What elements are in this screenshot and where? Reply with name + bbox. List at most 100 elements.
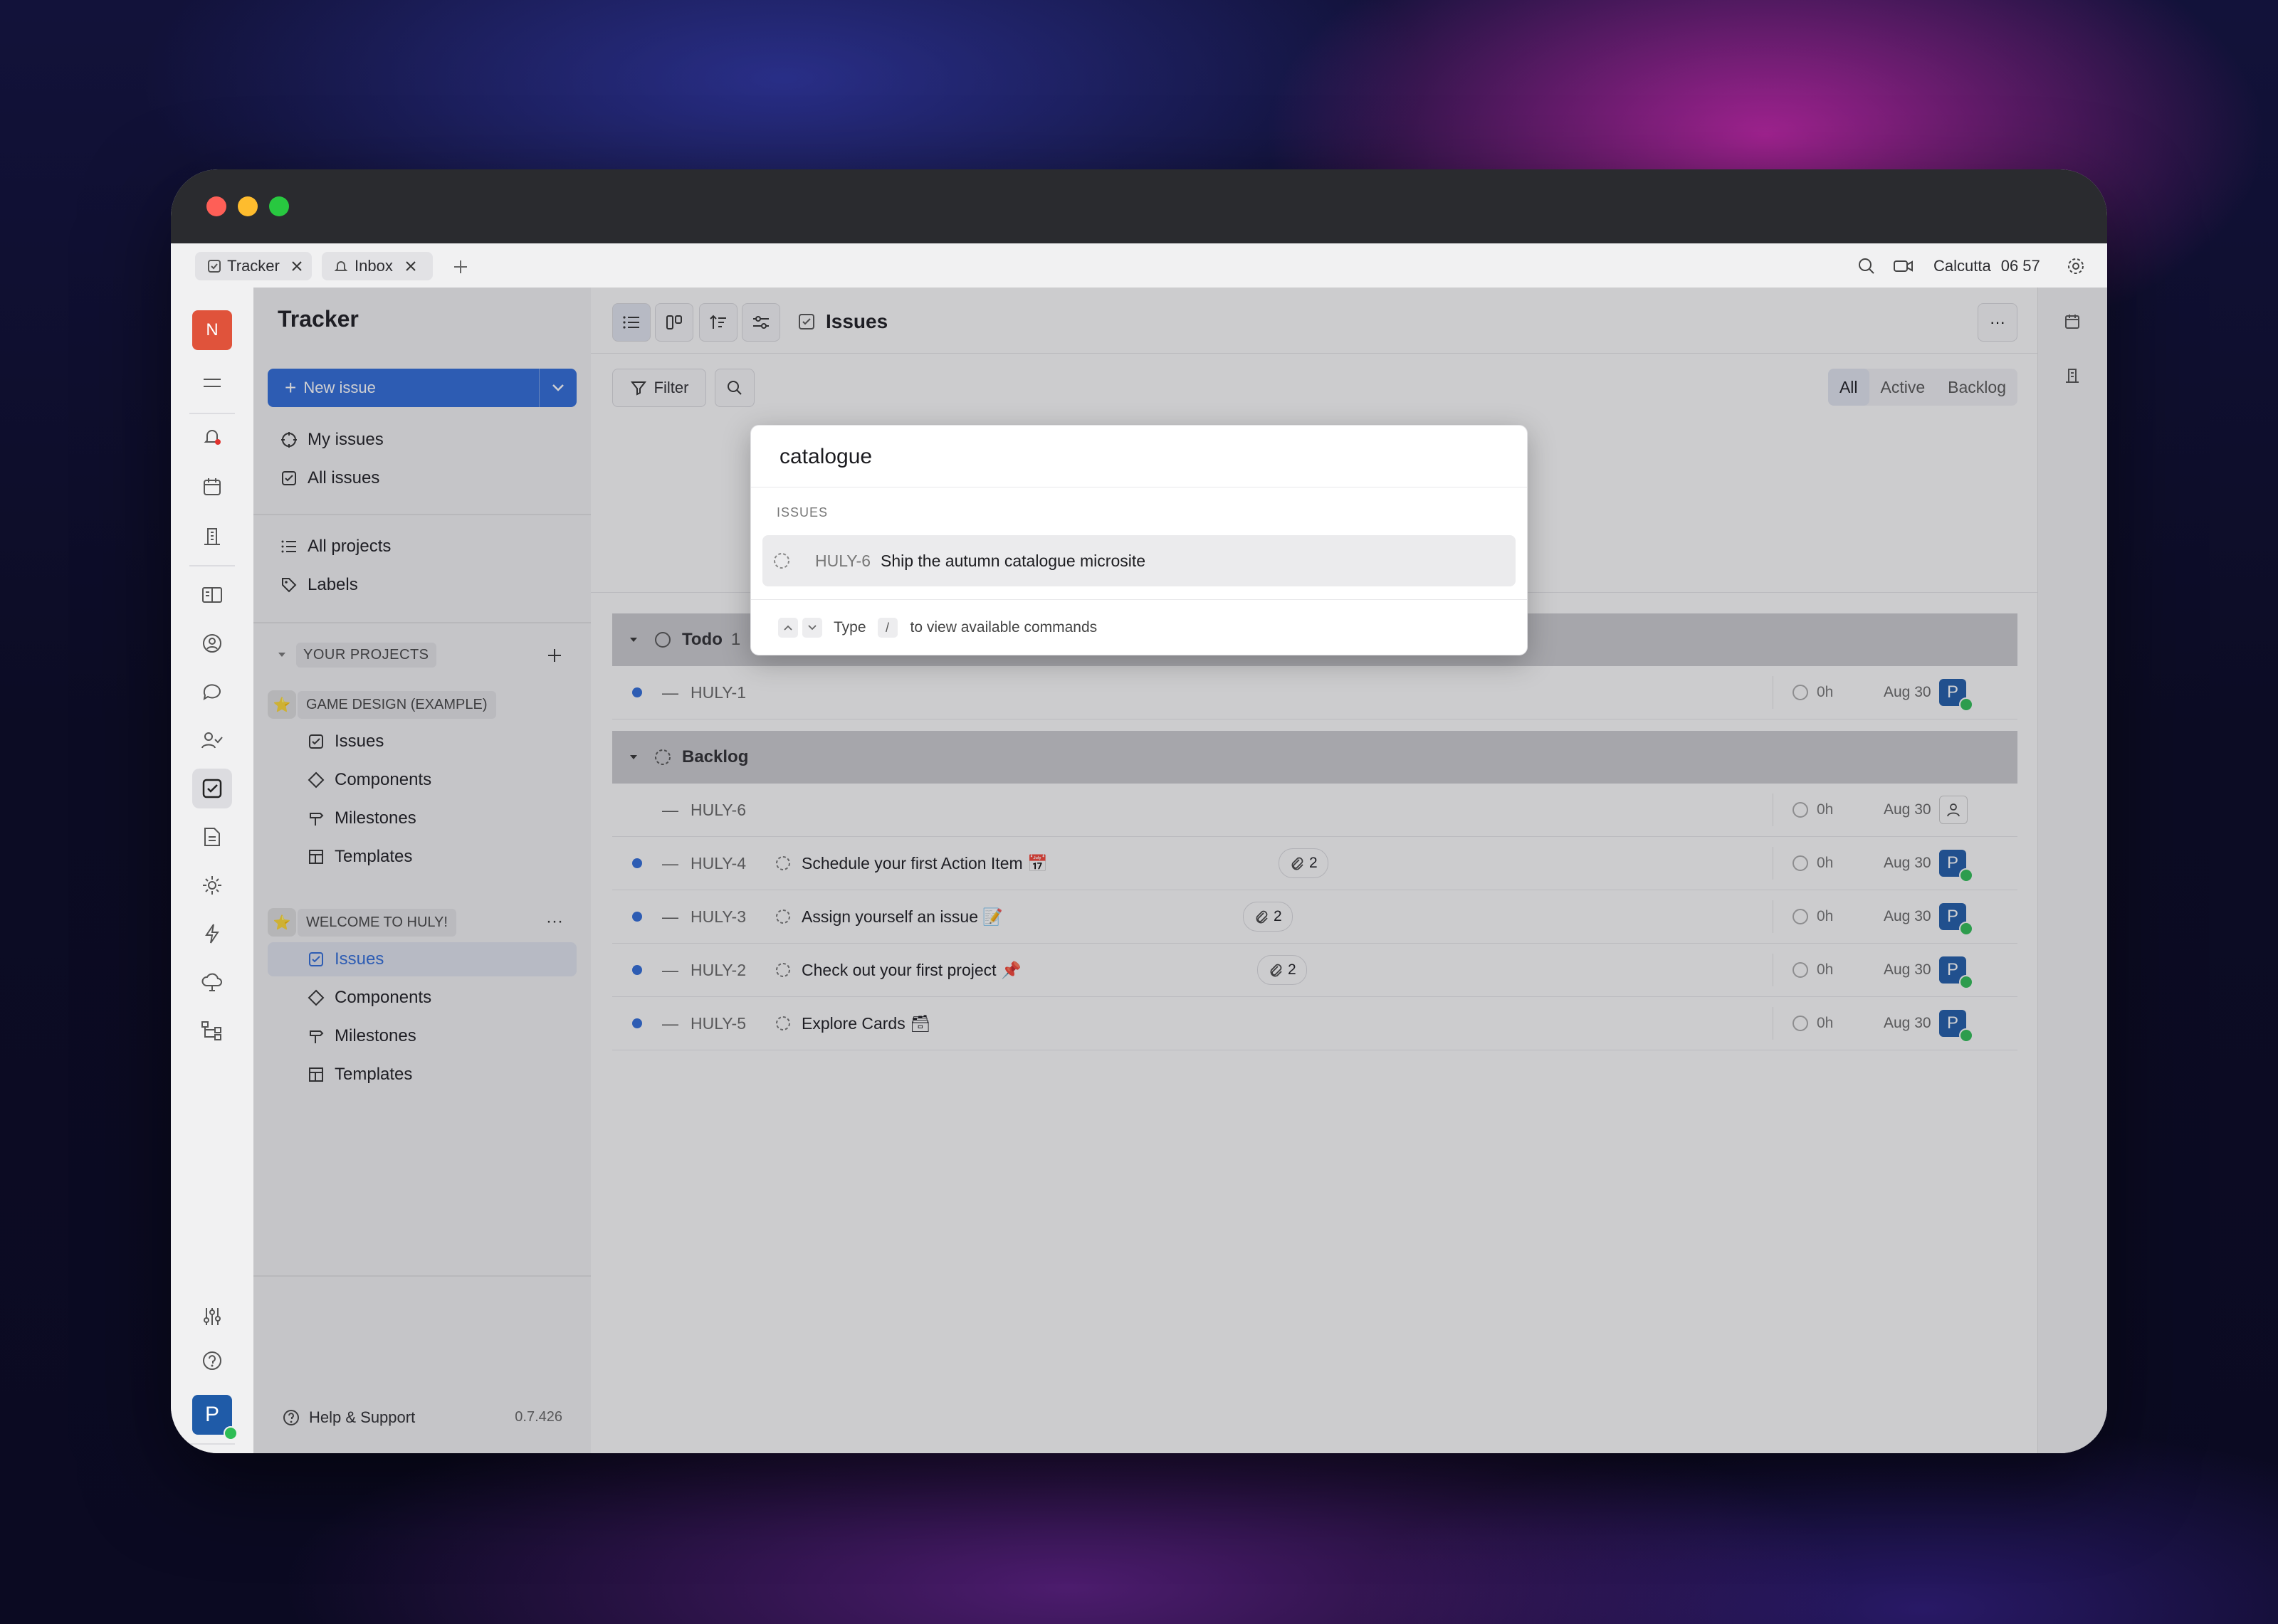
table-row[interactable]: — HULY-4 Schedule your first Action Item…: [612, 837, 2017, 890]
menu-icon[interactable]: [192, 363, 232, 403]
gear-icon[interactable]: [2063, 253, 2089, 279]
due-date[interactable]: Aug 30: [1884, 684, 1931, 701]
maximize-window-button[interactable]: [269, 196, 289, 216]
due-date[interactable]: Aug 30: [1884, 855, 1931, 872]
more-icon[interactable]: ···: [544, 911, 565, 932]
chat-icon[interactable]: [192, 672, 232, 712]
table-row[interactable]: — HULY-5 Explore Cards 🗃 0h Aug 30 P: [612, 997, 2017, 1050]
backlog-status-icon[interactable]: [775, 1015, 792, 1032]
estimate[interactable]: 0h: [1791, 683, 1833, 702]
due-date[interactable]: Aug 30: [1884, 801, 1931, 818]
list-view-button[interactable]: [612, 303, 651, 342]
tracker-icon[interactable]: [192, 769, 232, 808]
more-options-button[interactable]: ···: [1978, 303, 2017, 342]
project-item-issues[interactable]: Issues: [268, 724, 577, 759]
add-tab-icon[interactable]: [450, 256, 471, 278]
nav-labels[interactable]: Labels: [268, 568, 577, 602]
priority-icon[interactable]: —: [662, 801, 678, 820]
video-icon[interactable]: [1889, 253, 1918, 279]
project-item-milestones[interactable]: Milestones: [268, 801, 577, 835]
backlog-status-icon[interactable]: [775, 908, 792, 925]
table-row[interactable]: — HULY-6 0h Aug 30: [612, 784, 2017, 837]
sliders-icon[interactable]: [192, 1297, 232, 1336]
due-date[interactable]: Aug 30: [1884, 961, 1931, 979]
estimate[interactable]: 0h: [1791, 907, 1833, 926]
issue-title[interactable]: Schedule your first Action Item 📅: [802, 854, 1048, 873]
add-project-icon[interactable]: [544, 645, 565, 666]
calendar-icon[interactable]: [192, 467, 232, 507]
group-header-backlog[interactable]: Backlog: [612, 731, 2017, 784]
priority-icon[interactable]: —: [662, 683, 678, 702]
nav-all-issues[interactable]: All issues: [268, 461, 577, 495]
estimate[interactable]: 0h: [1791, 801, 1833, 819]
nav-my-issues[interactable]: My issues: [268, 423, 577, 457]
office-icon[interactable]: [192, 517, 232, 557]
tab-inbox[interactable]: Inbox: [322, 252, 433, 280]
backlog-status-icon[interactable]: [775, 855, 792, 872]
lightning-icon[interactable]: [192, 914, 232, 954]
attachments-badge[interactable]: 2: [1257, 955, 1307, 985]
issue-title[interactable]: Assign yourself an issue 📝: [802, 907, 1003, 927]
estimate[interactable]: 0h: [1791, 961, 1833, 979]
issue-title[interactable]: Check out your first project 📌: [802, 961, 1022, 980]
search-result-item[interactable]: HULY-6 Ship the autumn catalogue microsi…: [762, 535, 1516, 586]
notifications-icon[interactable]: [192, 417, 232, 457]
close-icon[interactable]: [288, 257, 306, 275]
calendar-icon[interactable]: [2052, 302, 2092, 342]
project-item-templates[interactable]: Templates: [268, 840, 577, 874]
board-view-button[interactable]: [655, 303, 693, 342]
priority-icon[interactable]: —: [662, 1014, 678, 1033]
office-icon[interactable]: [2052, 356, 2092, 396]
unassigned-avatar-icon[interactable]: [1939, 796, 1968, 824]
palette-search-input[interactable]: [778, 441, 1493, 473]
tab-tracker[interactable]: Tracker: [195, 252, 312, 280]
priority-icon[interactable]: —: [662, 854, 678, 873]
contacts-icon[interactable]: [192, 623, 232, 663]
help-support-link[interactable]: Help & Support: [282, 1403, 415, 1432]
backlog-status-icon[interactable]: [775, 961, 792, 979]
project-welcome-to-huly[interactable]: ⭐ WELCOME TO HULY!: [268, 907, 456, 938]
project-item-templates[interactable]: Templates: [268, 1058, 577, 1092]
table-row[interactable]: — HULY-3 Assign yourself an issue 📝 2 0h…: [612, 890, 2017, 944]
mode-active[interactable]: Active: [1869, 369, 1937, 406]
close-window-button[interactable]: [206, 196, 226, 216]
document-icon[interactable]: [192, 817, 232, 857]
priority-icon[interactable]: —: [662, 961, 678, 980]
cloud-icon[interactable]: [192, 962, 232, 1002]
project-item-milestones[interactable]: Milestones: [268, 1019, 577, 1053]
new-issue-button[interactable]: + New issue: [268, 369, 577, 407]
mode-backlog[interactable]: Backlog: [1936, 369, 2017, 406]
project-game-design[interactable]: ⭐ GAME DESIGN (EXAMPLE): [268, 689, 496, 720]
estimate[interactable]: 0h: [1791, 1014, 1833, 1033]
sun-icon[interactable]: [192, 865, 232, 905]
table-row[interactable]: — HULY-2 Check out your first project 📌 …: [612, 944, 2017, 997]
due-date[interactable]: Aug 30: [1884, 1015, 1931, 1032]
nav-all-projects[interactable]: All projects: [268, 529, 577, 564]
chevron-down-icon[interactable]: [539, 369, 577, 407]
close-icon[interactable]: [401, 257, 420, 275]
priority-icon[interactable]: —: [662, 907, 678, 927]
sort-icon[interactable]: [699, 303, 738, 342]
timezone-display[interactable]: Calcutta 06 57: [1933, 253, 2040, 279]
table-row[interactable]: — HULY-1 0h Aug 30 P: [612, 666, 2017, 719]
mode-all[interactable]: All: [1827, 369, 1869, 406]
project-item-issues[interactable]: Issues: [268, 942, 577, 976]
documents-icon[interactable]: [192, 575, 232, 615]
workspace-avatar[interactable]: N: [192, 310, 232, 350]
people-icon[interactable]: [192, 720, 232, 760]
minimize-window-button[interactable]: [238, 196, 258, 216]
help-icon[interactable]: [192, 1341, 232, 1381]
hierarchy-icon[interactable]: [192, 1011, 232, 1050]
project-item-components[interactable]: Components: [268, 981, 577, 1015]
search-issues-button[interactable]: [715, 369, 755, 407]
issue-title[interactable]: Explore Cards 🗃: [802, 1014, 930, 1033]
search-icon[interactable]: [1854, 253, 1879, 279]
filter-button[interactable]: Filter: [612, 369, 706, 407]
due-date[interactable]: Aug 30: [1884, 908, 1931, 925]
attachments-badge[interactable]: 2: [1243, 902, 1293, 932]
view-options-icon[interactable]: [742, 303, 780, 342]
attachments-badge[interactable]: 2: [1279, 848, 1328, 878]
estimate[interactable]: 0h: [1791, 854, 1833, 872]
project-item-components[interactable]: Components: [268, 763, 577, 797]
your-projects-header[interactable]: YOUR PROJECTS: [268, 640, 436, 669]
